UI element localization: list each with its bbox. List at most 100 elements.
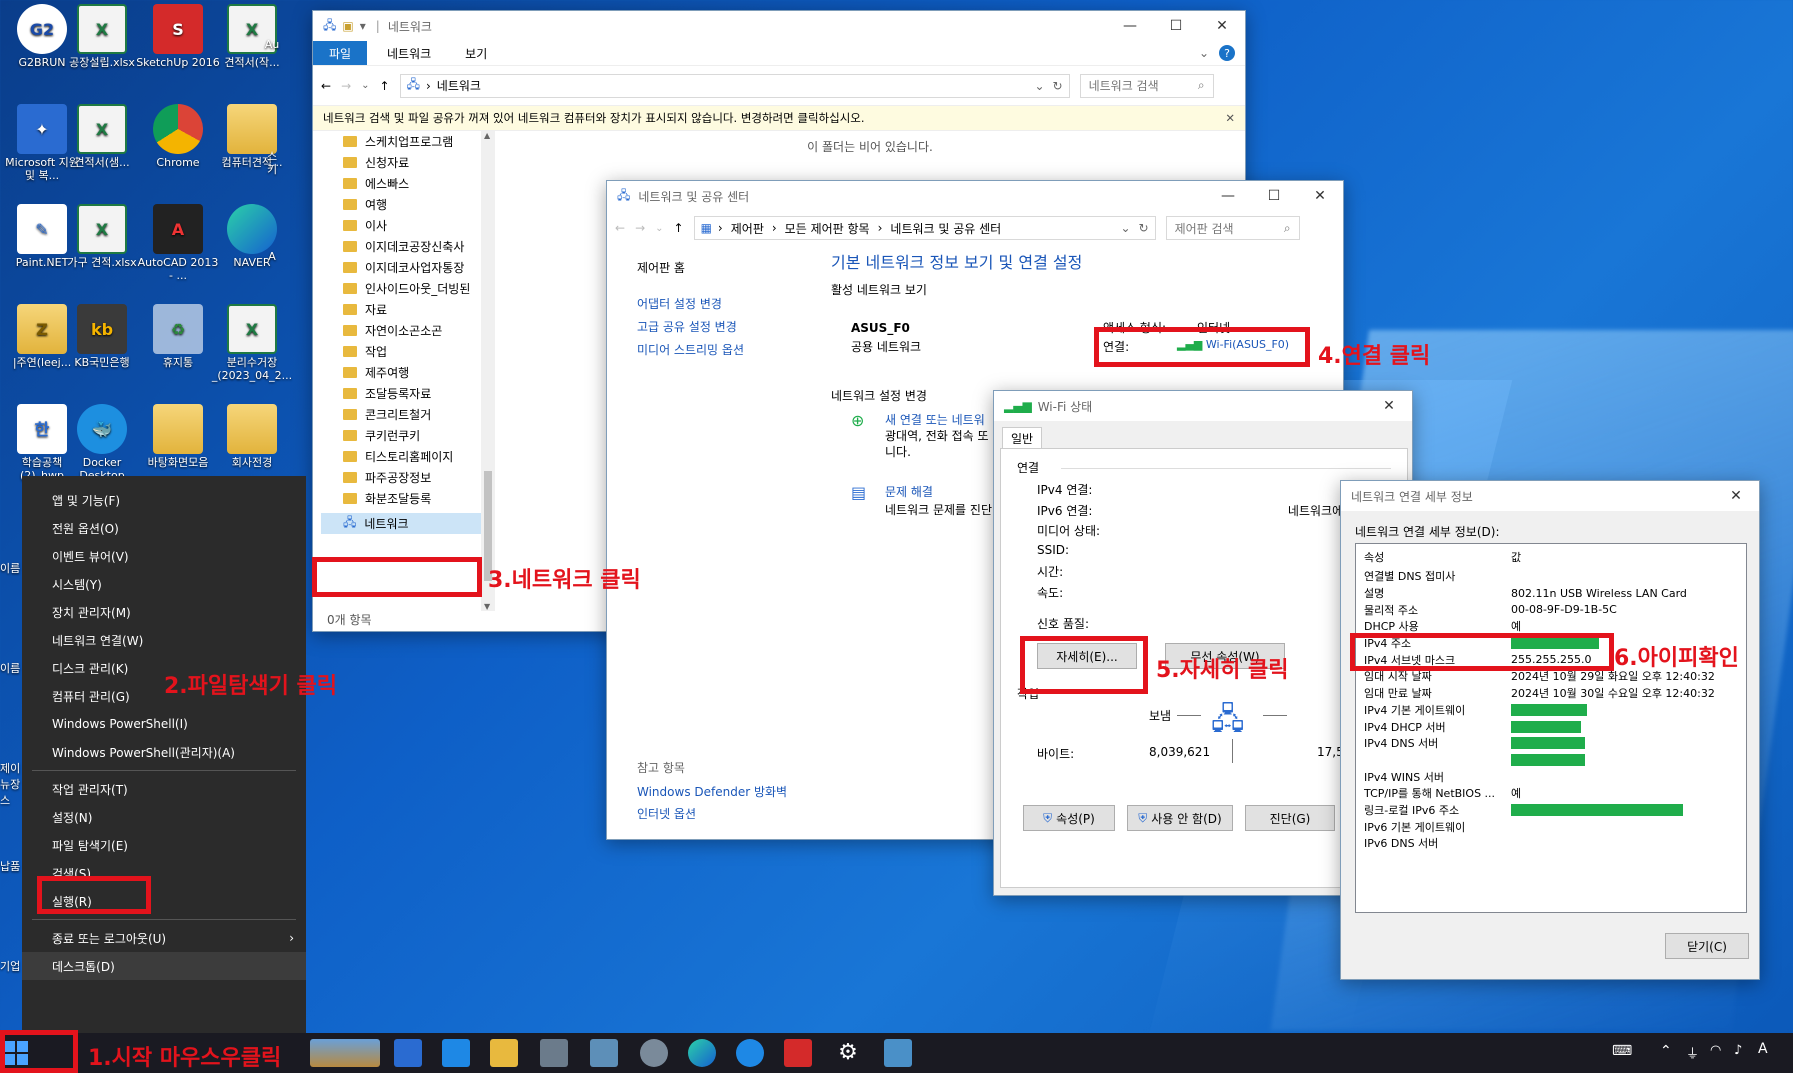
details-row[interactable]: 물리적 주소 00-08-9F-D9-1B-5C	[1356, 601, 1746, 618]
remote-desktop-icon[interactable]	[884, 1039, 912, 1067]
close-icon[interactable]: ✕	[1713, 481, 1759, 511]
up-arrow-icon[interactable]: ↑	[380, 79, 390, 93]
details-row[interactable]: 임대 만료 날짜 2024년 10월 30일 수요일 오후 12:40:32	[1356, 685, 1746, 702]
nav-folder-item[interactable]: 이지데코공장신축사	[313, 236, 495, 257]
keyboard-icon[interactable]: ⌨	[1612, 1043, 1632, 1059]
link-windows-defender[interactable]: Windows Defender 방화벽	[637, 783, 787, 800]
tab-general[interactable]: 일반	[1002, 427, 1042, 449]
nav-folder-item[interactable]: 스케치업프로그램	[313, 131, 495, 152]
close-icon[interactable]: ✕	[1199, 11, 1245, 41]
ime-indicator[interactable]: A	[1758, 1041, 1768, 1057]
column-property[interactable]: 속성	[1356, 549, 1511, 565]
breadcrumb-item[interactable]: 모든 제어판 항목	[785, 220, 870, 237]
link-media-streaming[interactable]: 미디어 스트리밍 옵션	[637, 341, 744, 358]
menu-item-5[interactable]: 네트워크 연결(W)	[22, 626, 306, 654]
maximize-icon[interactable]: ☐	[1251, 181, 1297, 211]
tab-view[interactable]: 보기	[451, 45, 501, 62]
disable-button[interactable]: ⛨ 사용 안 함(D)	[1127, 805, 1233, 831]
menu-item-shutdown[interactable]: 종료 또는 로그아웃(U) ›	[22, 924, 306, 952]
tab-file[interactable]: 파일	[313, 41, 367, 65]
search-input[interactable]: 네트워크 검색 ⌕	[1079, 73, 1214, 98]
nav-folder-item[interactable]: 제주여행	[313, 362, 495, 383]
address-bar[interactable]: ▦ › 제어판 › 모든 제어판 항목 › 네트워크 및 공유 센터 ⌄ ↻	[693, 216, 1156, 240]
desktop-icon-partial[interactable]: 스키	[262, 150, 282, 176]
menu-item-tools-1[interactable]: 설정(N)	[22, 803, 306, 831]
menu-item-9[interactable]: Windows PowerShell(관리자)(A)	[22, 738, 306, 766]
nav-folder-item[interactable]: 이지데코사업자통장	[313, 257, 495, 278]
desktop-icon[interactable]: 회사전경	[210, 400, 294, 469]
details-row[interactable]: IPv4 DNS 서버	[1356, 735, 1746, 752]
link-adapter-settings[interactable]: 어댑터 설정 변경	[637, 295, 722, 312]
properties-icon[interactable]: ▣	[342, 19, 353, 33]
link-troubleshoot[interactable]: 문제 해결	[885, 483, 933, 500]
link-advanced-sharing[interactable]: 고급 공유 설정 변경	[637, 318, 737, 335]
chevron-down-icon[interactable]: ⌄	[1034, 79, 1044, 93]
desktop-icon[interactable]: ♻ 휴지통	[136, 300, 220, 369]
quick-access-dropdown-icon[interactable]: ▾	[360, 19, 366, 33]
desktop-icon[interactable]: X 견적서(샘...	[60, 100, 144, 169]
taskbar-app-thumbnail[interactable]	[310, 1039, 380, 1067]
desktop-icon[interactable]: X 공장설립.xlsx	[60, 0, 144, 69]
nav-folder-item[interactable]: 이사	[313, 215, 495, 236]
link-internet-options[interactable]: 인터넷 옵션	[637, 805, 696, 822]
sketchup-icon[interactable]	[784, 1039, 812, 1067]
nav-folder-item[interactable]: 자료	[313, 299, 495, 320]
store-icon[interactable]	[394, 1039, 422, 1067]
nav-folder-item[interactable]: 쿠키런쿠키	[313, 425, 495, 446]
scroll-down-icon[interactable]: ▼	[484, 602, 490, 611]
details-row[interactable]	[1356, 752, 1746, 769]
calculator-icon[interactable]	[540, 1039, 568, 1067]
menu-item-3[interactable]: 시스템(Y)	[22, 570, 306, 598]
details-list[interactable]: 속성 값 연결별 DNS 접미사 설명 802.11n USB Wireless L…	[1355, 543, 1747, 913]
menu-item-4[interactable]: 장치 관리자(M)	[22, 598, 306, 626]
menu-item-tools-0[interactable]: 작업 관리자(T)	[22, 775, 306, 803]
forward-arrow-icon[interactable]: →	[341, 79, 351, 93]
nav-folder-item[interactable]: 화분조달등록	[313, 488, 495, 509]
desktop-icon-partial[interactable]: Au	[262, 38, 282, 51]
settings-gear-icon[interactable]: ⚙	[834, 1039, 862, 1067]
menu-item-1[interactable]: 전원 옵션(O)	[22, 514, 306, 542]
nav-item-network[interactable]: 🖧 네트워크	[321, 513, 495, 534]
close-icon[interactable]: ✕	[1225, 111, 1235, 125]
desktop-icon[interactable]: X 가구 견적.xlsx	[60, 200, 144, 269]
nav-folder-item[interactable]: 자연이소곤소곤	[313, 320, 495, 341]
up-arrow-icon[interactable]: ↑	[674, 221, 684, 235]
details-row[interactable]: TCP/IP를 통해 NetBIOS ... 예	[1356, 785, 1746, 802]
refresh-icon[interactable]: ↻	[1053, 79, 1063, 93]
tab-network[interactable]: 네트워크	[367, 45, 451, 62]
menu-item-2[interactable]: 이벤트 뷰어(V)	[22, 542, 306, 570]
breadcrumb-item[interactable]: 네트워크 및 공유 센터	[890, 220, 1001, 237]
nav-scrollbar[interactable]: ▲ ▼	[481, 131, 495, 611]
back-arrow-icon[interactable]: ←	[615, 221, 625, 235]
address-bar[interactable]: 🖧 › 네트워크 ⌄ ↻	[399, 73, 1070, 98]
mail-icon[interactable]	[442, 1039, 470, 1067]
properties-button[interactable]: ⛨ 속성(P)	[1023, 805, 1115, 831]
details-row[interactable]: IPv4 WINS 서버	[1356, 768, 1746, 785]
details-row[interactable]: 설명 802.11n USB Wireless LAN Card	[1356, 585, 1746, 602]
details-row[interactable]: IPv6 DNS 서버	[1356, 835, 1746, 852]
nav-folder-item[interactable]: 신청자료	[313, 152, 495, 173]
desktop-icon[interactable]: Chrome	[136, 100, 220, 169]
forward-arrow-icon[interactable]: →	[635, 221, 645, 235]
nav-folder-item[interactable]: 작업	[313, 341, 495, 362]
breadcrumb-item[interactable]: 제어판	[731, 220, 764, 237]
chevron-down-icon[interactable]: ⌄	[1199, 46, 1209, 60]
details-row[interactable]: IPv4 DHCP 서버	[1356, 718, 1746, 735]
details-row[interactable]: IPv6 기본 게이트웨이	[1356, 818, 1746, 835]
link-control-panel-home[interactable]: 제어판 홈	[637, 259, 685, 276]
nav-folder-item[interactable]: 인사이드아웃_더빙된	[313, 278, 495, 299]
paint-icon[interactable]	[640, 1039, 668, 1067]
desktop-icon[interactable]: 바탕화면모음	[136, 400, 220, 469]
photos-icon[interactable]	[590, 1039, 618, 1067]
file-explorer-icon[interactable]	[490, 1039, 518, 1067]
nav-folder-item[interactable]: 에스빠스	[313, 173, 495, 194]
recent-dropdown-icon[interactable]: ⌄	[361, 80, 369, 91]
column-value[interactable]: 값	[1511, 549, 1521, 565]
back-arrow-icon[interactable]: ←	[321, 79, 331, 93]
minimize-icon[interactable]: —	[1107, 11, 1153, 41]
close-button[interactable]: 닫기(C)	[1665, 933, 1749, 959]
chevron-down-icon[interactable]: ⌄	[1120, 221, 1130, 235]
desktop-icon[interactable]: 🐳Docker Desktop	[60, 400, 144, 482]
usb-icon[interactable]: ⏚	[1686, 1043, 1699, 1062]
recent-dropdown-icon[interactable]: ⌄	[655, 223, 663, 234]
